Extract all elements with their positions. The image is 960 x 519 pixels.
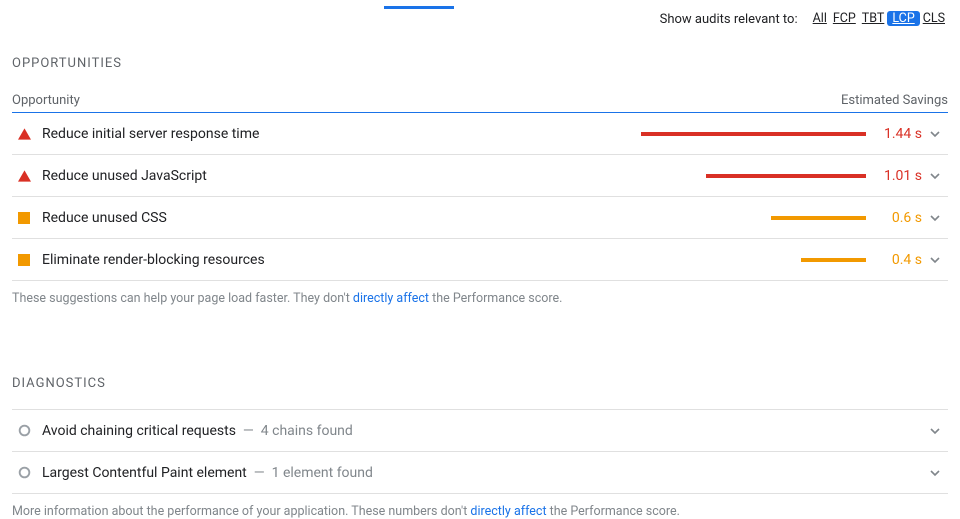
savings-bar-wrap — [422, 132, 866, 136]
audit-filter-label: Show audits relevant to: — [660, 12, 798, 27]
chevron-down-icon — [922, 212, 948, 224]
opportunity-title: Reduce initial server response time — [42, 126, 422, 142]
opportunities-footnote-text-after: the Performance score. — [429, 291, 562, 306]
opportunity-title: Reduce unused JavaScript — [42, 168, 422, 184]
active-tab-indicator — [384, 6, 454, 9]
filter-fcp[interactable]: FCP — [830, 11, 859, 26]
savings-value: 0.6 s — [866, 210, 922, 226]
col-estimated-savings: Estimated Savings — [841, 93, 948, 108]
savings-value: 1.01 s — [866, 168, 922, 184]
opportunity-row[interactable]: Reduce initial server response time 1.44 … — [12, 113, 948, 155]
audit-filter-bar: Show audits relevant to: AllFCPTBTLCPCLS — [12, 6, 948, 32]
opportunity-row[interactable]: Eliminate render-blocking resources 0.4 s — [12, 239, 948, 281]
filter-tbt[interactable]: TBT — [859, 11, 888, 26]
savings-value: 0.4 s — [866, 252, 922, 268]
circle-icon — [12, 466, 42, 479]
triangle-icon — [12, 170, 42, 182]
opportunities-footnote: These suggestions can help your page loa… — [12, 291, 948, 306]
diagnostics-footnote-text-after: the Performance score. — [547, 504, 680, 519]
diagnostic-title: Largest Contentful Paint element — 1 ele… — [42, 465, 422, 481]
savings-bar — [771, 216, 866, 220]
circle-icon — [12, 424, 42, 437]
chevron-down-icon — [922, 254, 948, 266]
savings-bar-wrap — [422, 216, 866, 220]
chevron-down-icon — [922, 170, 948, 182]
filter-all[interactable]: All — [810, 11, 830, 26]
opportunity-row[interactable]: Reduce unused JavaScript 1.01 s — [12, 155, 948, 197]
opportunity-title: Eliminate render-blocking resources — [42, 252, 422, 268]
chevron-down-icon — [922, 425, 948, 437]
diagnostics-heading: DIAGNOSTICS — [12, 376, 948, 391]
chevron-down-icon — [922, 128, 948, 140]
filter-lcp[interactable]: LCP — [887, 11, 919, 26]
square-icon — [12, 254, 42, 266]
diagnostics-footnote-text: More information about the performance o… — [12, 504, 470, 519]
savings-bar — [641, 132, 866, 136]
diagnostic-row[interactable]: Avoid chaining critical requests — 4 cha… — [12, 410, 948, 452]
square-icon — [12, 212, 42, 224]
col-opportunity: Opportunity — [12, 93, 80, 108]
opportunities-footnote-link[interactable]: directly affect — [353, 291, 429, 306]
opportunities-heading: OPPORTUNITIES — [12, 56, 948, 71]
diagnostic-sub: 1 element found — [272, 465, 373, 481]
opportunity-title: Reduce unused CSS — [42, 210, 422, 226]
chevron-down-icon — [922, 467, 948, 479]
diagnostic-title: Avoid chaining critical requests — 4 cha… — [42, 423, 422, 439]
diagnostic-sub: 4 chains found — [261, 423, 353, 439]
diagnostics-footnote-link[interactable]: directly affect — [470, 504, 546, 519]
opportunity-row[interactable]: Reduce unused CSS 0.6 s — [12, 197, 948, 239]
opportunities-footnote-text: These suggestions can help your page loa… — [12, 291, 353, 306]
savings-bar-wrap — [422, 174, 866, 178]
savings-bar — [706, 174, 866, 178]
opportunities-columns: Opportunity Estimated Savings — [12, 93, 948, 113]
diagnostic-row[interactable]: Largest Contentful Paint element — 1 ele… — [12, 452, 948, 494]
filter-cls[interactable]: CLS — [920, 11, 948, 26]
triangle-icon — [12, 128, 42, 140]
savings-value: 1.44 s — [866, 126, 922, 142]
diagnostics-footnote: More information about the performance o… — [12, 504, 948, 519]
savings-bar-wrap — [422, 258, 866, 262]
savings-bar — [801, 258, 866, 262]
